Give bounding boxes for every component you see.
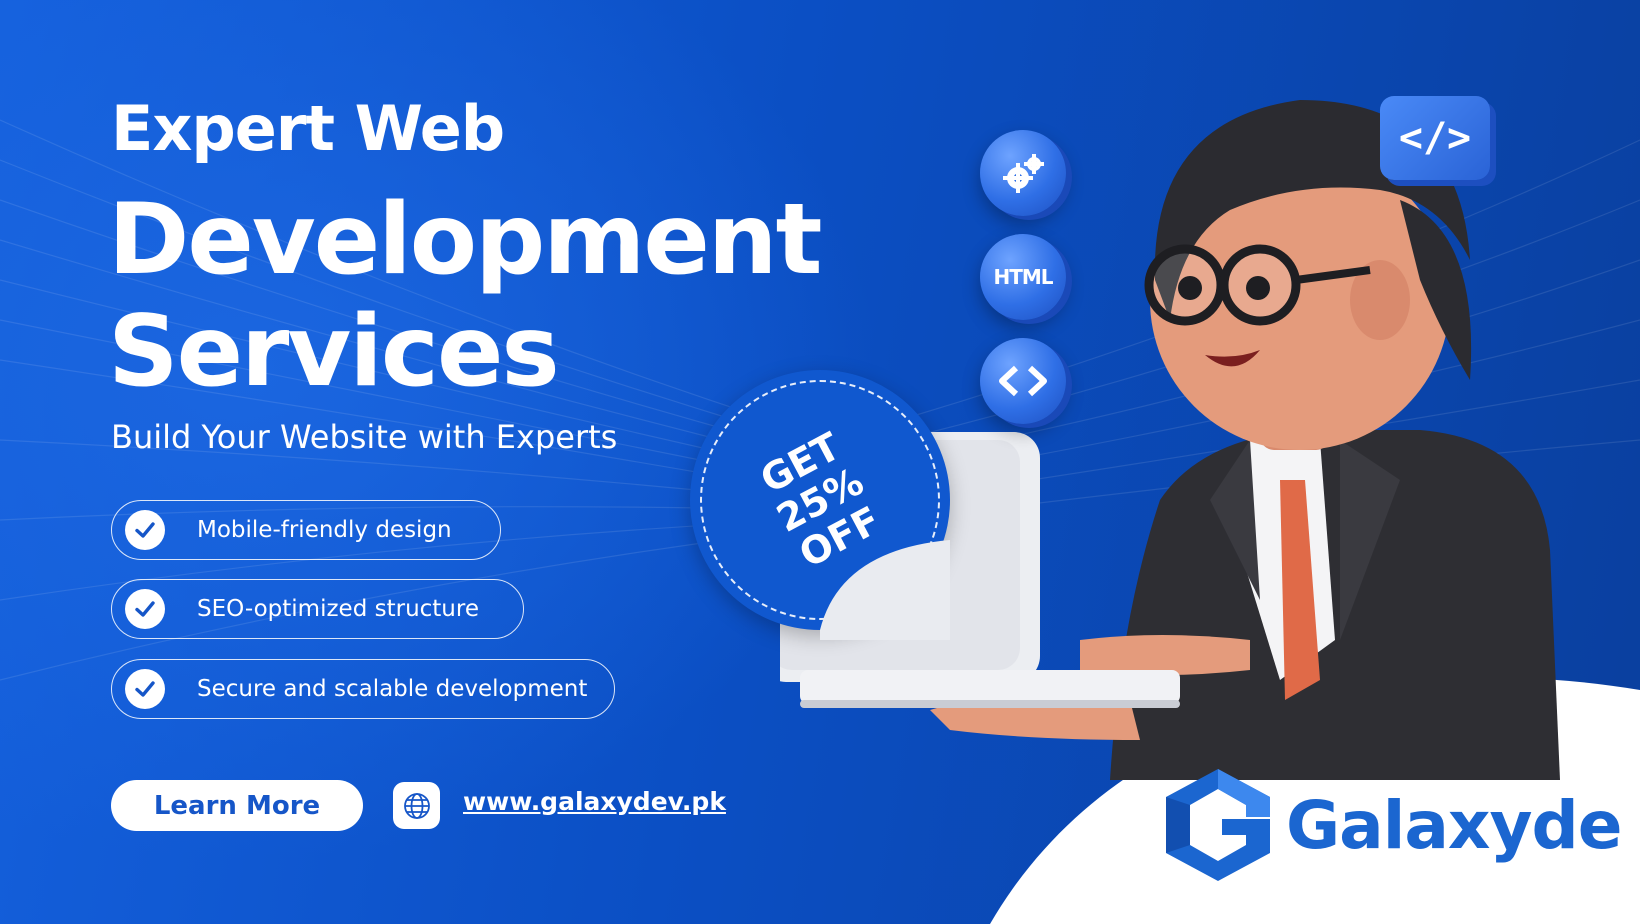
feature-pill-seo: SEO-optimized structure bbox=[111, 579, 524, 639]
learn-more-button[interactable]: Learn More bbox=[111, 780, 363, 831]
globe-icon bbox=[393, 782, 440, 829]
headline-line-2: Development bbox=[108, 183, 822, 297]
speech-bubble: </> bbox=[1380, 96, 1490, 180]
logo-name: Galaxyde bbox=[1286, 786, 1622, 864]
gears-icon bbox=[980, 130, 1066, 216]
html-label: HTML bbox=[993, 265, 1053, 289]
brand-logo: Galaxyde bbox=[1160, 765, 1622, 885]
feature-label: Secure and scalable development bbox=[197, 676, 588, 702]
feature-label: Mobile-friendly design bbox=[197, 517, 452, 543]
feature-pill-mobile: Mobile-friendly design bbox=[111, 500, 501, 560]
code-tag-icon: </> bbox=[1398, 115, 1472, 161]
check-icon bbox=[125, 589, 165, 629]
feature-label: SEO-optimized structure bbox=[197, 596, 479, 622]
check-icon bbox=[125, 669, 165, 709]
promo-banner: Expert Web Development Services Build Yo… bbox=[0, 0, 1640, 924]
code-brackets-icon bbox=[980, 338, 1066, 424]
galaxyde-logo-icon bbox=[1166, 769, 1270, 881]
website-link[interactable]: www.galaxydev.pk bbox=[463, 787, 726, 816]
subtitle: Build Your Website with Experts bbox=[111, 418, 618, 456]
headline-line-3: Services bbox=[108, 295, 560, 409]
headline-line-1: Expert Web bbox=[111, 92, 505, 165]
feature-pill-secure: Secure and scalable development bbox=[111, 659, 615, 719]
headline-main: Development Services bbox=[108, 183, 822, 409]
badge-curl bbox=[820, 540, 950, 640]
check-icon bbox=[125, 510, 165, 550]
html-icon: HTML bbox=[980, 234, 1066, 320]
